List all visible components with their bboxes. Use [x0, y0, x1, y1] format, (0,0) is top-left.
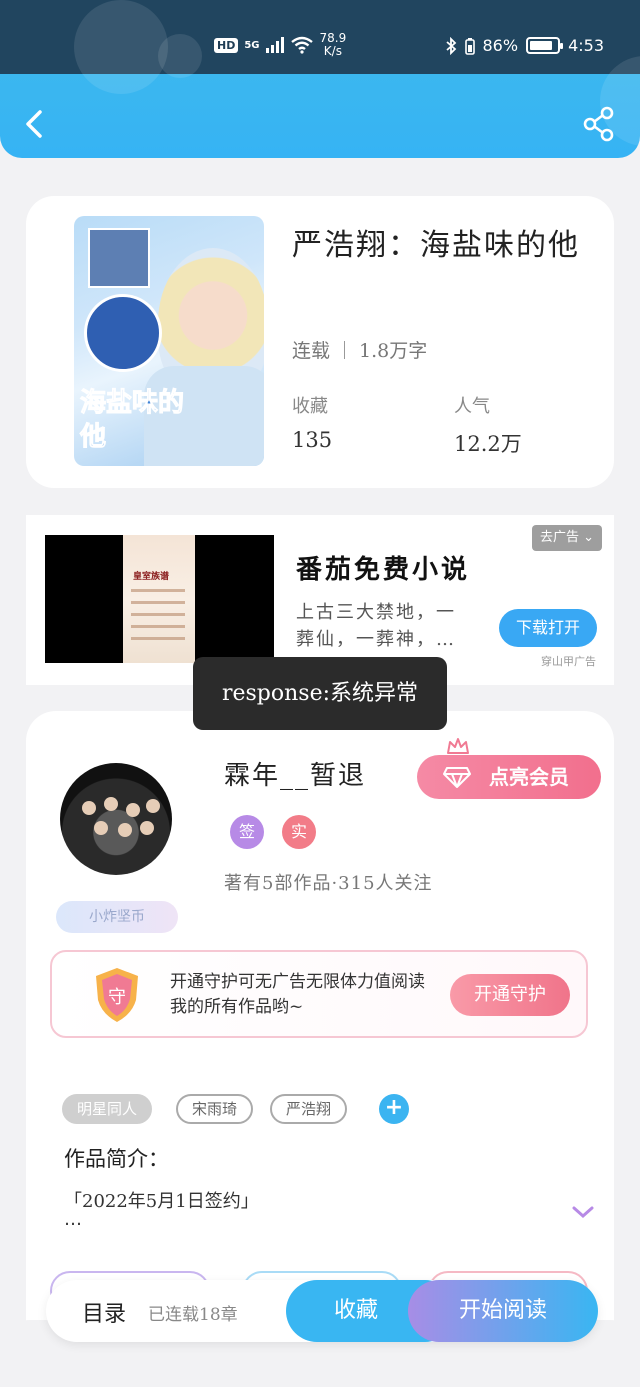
- book-cover[interactable]: 海盐味的他: [74, 216, 264, 466]
- guard-promo: 守 开通守护可无广告无限体力值阅读我的所有作品哟~ 开通守护: [50, 950, 588, 1038]
- start-reading-button[interactable]: 开始阅读: [408, 1280, 598, 1342]
- battery-percent: 86%: [482, 36, 519, 55]
- add-tag-button[interactable]: +: [379, 1094, 409, 1124]
- toc-status: 已连载18章: [148, 1305, 238, 1325]
- book-title: 严浩翔：海盐味的他: [292, 228, 580, 263]
- book-info-card: 海盐味的他 严浩翔：海盐味的他 连载 1.8万字 收藏 135 人气 12.2万: [26, 196, 614, 488]
- vip-button[interactable]: 点亮会员: [417, 755, 601, 799]
- back-button[interactable]: [20, 104, 50, 144]
- favorites-label: 收藏: [292, 396, 328, 417]
- tag-chip[interactable]: 明星同人: [62, 1094, 153, 1124]
- author-stats: 著有5部作品·315人关注: [224, 873, 433, 894]
- clock: 4:53: [568, 36, 604, 55]
- bottom-action-bar: 目录 已连载18章 收藏 开始阅读: [46, 1280, 598, 1342]
- guard-text: 开通守护可无广告无限体力值阅读我的所有作品哟~: [170, 972, 425, 1017]
- fan-badge[interactable]: 小炸坚币: [56, 901, 178, 933]
- tag-chip[interactable]: 宋雨琦: [176, 1094, 254, 1124]
- error-toast: response:系统异常: [193, 657, 447, 730]
- open-guard-button[interactable]: 开通守护: [450, 974, 570, 1016]
- ad-poster-title: 皇室族谱: [133, 572, 170, 582]
- network-speed: 78.9 K/s: [320, 32, 347, 58]
- cover-title: 海盐味的他: [80, 388, 185, 453]
- intro-label: 作品简介：: [64, 1147, 169, 1171]
- guard-shield-icon: 守: [96, 968, 138, 1022]
- serial-status: 连载: [292, 340, 331, 362]
- crown-icon: [447, 738, 469, 754]
- ad-poster: 皇室族谱: [123, 535, 195, 663]
- vip-label: 点亮会员: [489, 765, 569, 789]
- popularity-label: 人气: [454, 396, 490, 417]
- ad-description: 上古三大禁地，一葬仙，一葬神，…: [296, 602, 456, 650]
- ad-video[interactable]: 皇室族谱: [45, 535, 274, 663]
- author-avatar[interactable]: [60, 763, 172, 875]
- tag-chip[interactable]: 严浩翔: [270, 1094, 348, 1124]
- diamond-icon: [443, 767, 471, 788]
- chevron-down-icon: ⌄: [583, 530, 595, 545]
- divider: [344, 340, 346, 359]
- hd-indicator: HD: [214, 37, 239, 53]
- favorites-value: 135: [292, 428, 333, 452]
- speed-value: 78.9: [319, 31, 347, 45]
- ad-app-name: 番茄免费小说: [296, 555, 471, 585]
- signal-icon: [265, 37, 284, 53]
- author-name: 霖年__暂退: [224, 761, 367, 791]
- word-count: 1.8万字: [359, 340, 428, 362]
- cover-photo-round: [84, 294, 162, 372]
- signed-badge: 签: [230, 815, 264, 849]
- wifi-icon: [290, 36, 313, 54]
- status-bar: HD 5G 78.9 K/s 86% 4:53: [0, 22, 640, 72]
- speed-unit: K/s: [323, 44, 342, 58]
- ad-source: 穿山甲广告: [541, 655, 596, 668]
- remove-ad-label: 去广告: [540, 530, 580, 545]
- vibrate-battery-icon: [464, 37, 475, 55]
- remove-ad-button[interactable]: 去广告 ⌄: [532, 525, 603, 551]
- intro-text: 「2022年5月1日签约」: [64, 1191, 259, 1212]
- share-button[interactable]: [582, 106, 616, 142]
- ad-download-button[interactable]: 下载打开: [499, 609, 597, 647]
- network-type: 5G: [244, 39, 260, 51]
- popularity-value: 12.2万: [454, 432, 522, 456]
- top-header: HD 5G 78.9 K/s 86% 4:53: [0, 0, 640, 158]
- cover-photo: [88, 228, 150, 288]
- toc-button[interactable]: 目录: [82, 1296, 126, 1328]
- book-meta: 连载 1.8万字: [292, 336, 427, 363]
- verified-badge: 实: [282, 815, 316, 849]
- battery-icon: [526, 37, 564, 54]
- bluetooth-icon: [445, 36, 456, 55]
- guard-shield-label: 守: [108, 987, 126, 1008]
- intro-ellipsis: …: [64, 1209, 82, 1230]
- expand-chevron-icon[interactable]: [570, 1203, 596, 1221]
